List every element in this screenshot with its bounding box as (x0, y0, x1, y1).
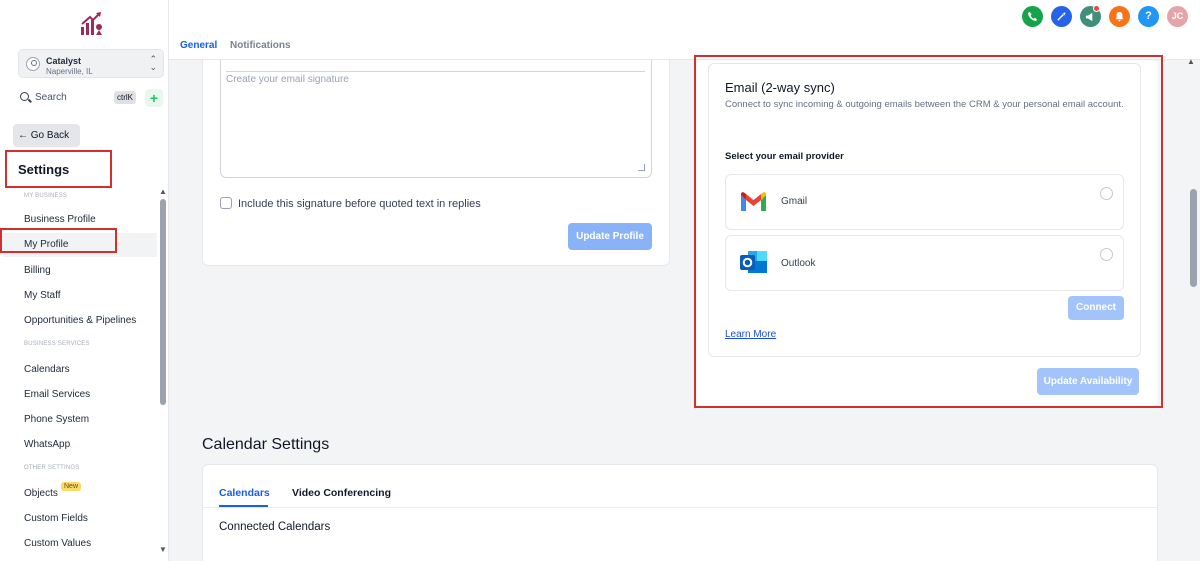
magic-icon[interactable] (1051, 6, 1072, 27)
plus-icon: + (149, 90, 159, 106)
sidebar-item-phone-system[interactable]: Phone System (24, 414, 89, 425)
sidebar-item-custom-values[interactable]: Custom Values (24, 538, 91, 549)
scroll-down-arrow[interactable]: ▼ (159, 545, 167, 554)
sidebar-item-email-services[interactable]: Email Services (24, 389, 90, 400)
location-name: Catalyst (46, 56, 82, 66)
tab-video-conferencing[interactable]: Video Conferencing (292, 487, 391, 499)
resize-handle-icon[interactable] (638, 164, 645, 171)
signature-placeholder: Create your email signature (226, 74, 349, 85)
search-icon (20, 92, 29, 101)
section-my-business: MY BUSINESS (24, 193, 68, 199)
search-shortcut: ctrlK (114, 91, 136, 104)
top-bar: General Notifications ? JC (169, 0, 1200, 60)
section-business-services: BUSINESS SERVICES (24, 341, 90, 347)
include-signature-label: Include this signature before quoted tex… (238, 198, 481, 210)
go-back-button[interactable]: ← Go Back (13, 124, 80, 147)
new-badge: New (61, 482, 82, 491)
user-avatar[interactable]: JC (1167, 6, 1188, 27)
tab-general[interactable]: General (180, 40, 217, 51)
highlight-box-settings (5, 150, 112, 188)
help-icon[interactable]: ? (1138, 6, 1159, 27)
tab-divider (202, 507, 1158, 508)
sidebar-item-opportunities[interactable]: Opportunities & Pipelines (24, 315, 136, 326)
sidebar-item-business-profile[interactable]: Business Profile (24, 214, 96, 225)
include-signature-checkbox[interactable] (220, 197, 232, 209)
sidebar-item-calendars[interactable]: Calendars (24, 364, 70, 375)
main-scroll-up-arrow[interactable]: ▲ (1187, 57, 1195, 66)
sidebar: Catalyst Naperville, IL ⌃ ⌄ Search ctrlK … (0, 0, 169, 561)
logo-icon (81, 12, 102, 35)
tab-notifications[interactable]: Notifications (230, 40, 291, 51)
sidebar-item-billing[interactable]: Billing (24, 265, 51, 276)
location-switcher[interactable]: Catalyst Naperville, IL ⌃ ⌄ (18, 49, 164, 78)
sidebar-search[interactable]: Search ctrlK (18, 89, 140, 106)
sidebar-scrollbar[interactable] (160, 199, 166, 405)
scroll-up-arrow[interactable]: ▲ (159, 187, 167, 196)
sidebar-item-objects[interactable]: Objects (24, 488, 58, 499)
connected-calendars-title: Connected Calendars (219, 521, 331, 533)
sidebar-item-my-staff[interactable]: My Staff (24, 290, 61, 301)
highlight-box-email-sync (694, 55, 1163, 408)
update-profile-button[interactable]: Update Profile (568, 223, 652, 250)
sidebar-item-custom-fields[interactable]: Custom Fields (24, 513, 88, 524)
notification-dot (1093, 5, 1100, 12)
section-other-settings: OTHER SETTINGS (24, 465, 80, 471)
main-scrollbar[interactable] (1190, 189, 1197, 287)
bell-icon[interactable] (1109, 6, 1130, 27)
calendar-settings-title: Calendar Settings (202, 436, 330, 453)
search-label: Search (35, 92, 67, 103)
sidebar-item-whatsapp[interactable]: WhatsApp (24, 439, 70, 450)
signature-toolbar-divider (226, 71, 645, 72)
quick-add-button[interactable]: + (145, 89, 163, 107)
calendar-settings-card (202, 464, 1158, 561)
location-city: Naperville, IL (46, 67, 93, 76)
location-icon (26, 57, 40, 71)
megaphone-icon[interactable] (1080, 5, 1101, 27)
chevron-up-down-icon: ⌃ ⌄ (149, 54, 157, 72)
highlight-box-my-profile (0, 228, 117, 253)
phone-icon[interactable] (1022, 6, 1043, 27)
tab-calendars[interactable]: Calendars (219, 487, 270, 499)
